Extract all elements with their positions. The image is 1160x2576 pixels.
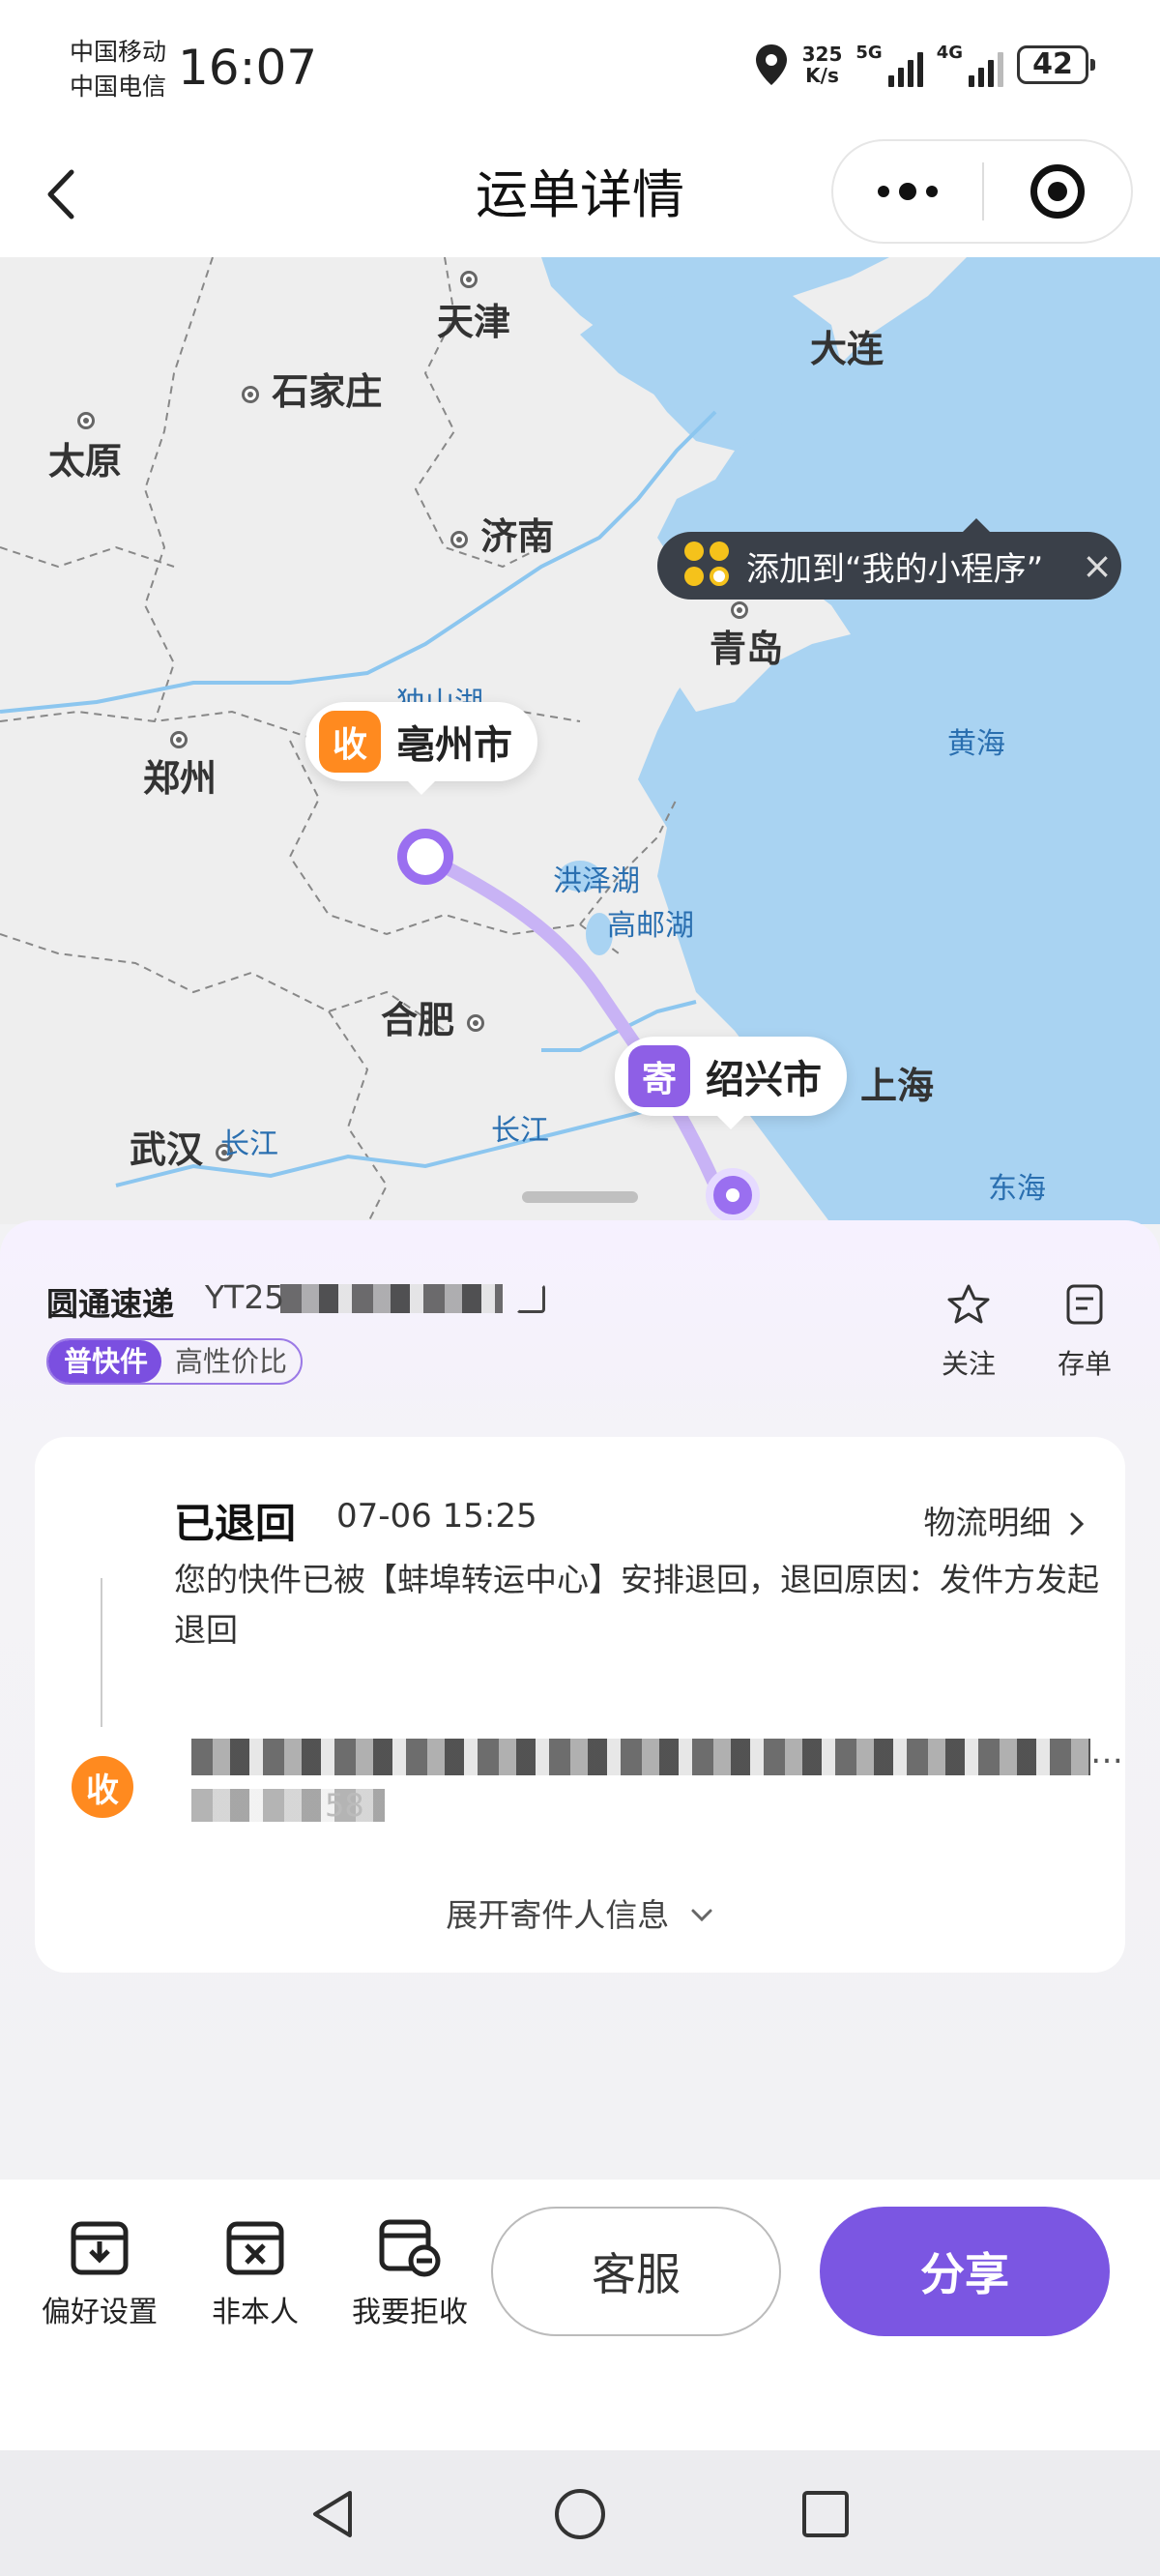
- more-dot-icon: [899, 183, 916, 200]
- copy-icon[interactable]: [516, 1284, 545, 1313]
- carrier-labels: 中国移动 中国电信: [70, 35, 166, 104]
- tracking-time: 07-06 15:25: [336, 1497, 537, 1536]
- target-icon: [1030, 164, 1085, 219]
- tracking-status: 已退回: [174, 1500, 297, 1547]
- shipment-sheet: 圆通速递 YT25 普快件 高性价比 关注 存单 已退回 07-06 15:25…: [0, 1220, 1160, 2180]
- map-label-shijiazhuang: 石家庄: [242, 362, 382, 415]
- map-label-wuhan: 武汉: [130, 1120, 234, 1173]
- tip-text: 添加到“我的小程序”: [746, 549, 1044, 589]
- bottom-action-bar: 偏好设置 非本人 我要拒收 客服 分享: [0, 2180, 1160, 2450]
- share-button[interactable]: 分享: [820, 2207, 1110, 2336]
- miniprogram-capsule: [831, 139, 1133, 244]
- carrier-2: 中国电信: [70, 73, 167, 101]
- add-to-miniprogram-tip[interactable]: 添加到“我的小程序” ×: [657, 518, 1121, 600]
- map-label-tianjin: 天津: [437, 301, 511, 343]
- signal-5g-icon: 5G: [856, 43, 923, 87]
- service-tags: 普快件 高性价比: [46, 1338, 304, 1385]
- status-icons: 325 K/s 5G 4G 42: [754, 43, 1095, 87]
- receiver-phone-fragment: 58: [325, 1787, 364, 1824]
- box-cross-icon: [226, 2221, 284, 2275]
- net-speed: 325 K/s: [801, 43, 843, 87]
- download-box-icon: [71, 2221, 129, 2275]
- battery-icon: 42: [1017, 45, 1095, 84]
- tracking-card: 已退回 07-06 15:25 物流明细 您的快件已被【蚌埠转运中心】安排退回，…: [35, 1437, 1125, 1973]
- chevron-right-icon: [1070, 1512, 1085, 1536]
- reject-parcel-button[interactable]: 我要拒收: [344, 2214, 476, 2330]
- map-label-gaoyou-lake: 高邮湖: [607, 909, 694, 943]
- map-label-hongze-lake: 洪泽湖: [553, 864, 640, 898]
- nav-home-icon[interactable]: [551, 2485, 609, 2543]
- receive-city-pin[interactable]: 收 亳州市: [305, 702, 537, 795]
- more-dot-icon: [878, 186, 889, 197]
- tag-value: 高性价比: [175, 1345, 288, 1378]
- carrier-1: 中国移动: [70, 38, 167, 66]
- waybill-number[interactable]: YT25: [205, 1278, 284, 1316]
- route-map[interactable]: 天津 大连 石家庄 太原 济南 青岛 郑州 合肥 武汉 上海 黄海 东海 长江 …: [0, 257, 1160, 1224]
- preference-settings-button[interactable]: 偏好设置: [35, 2214, 164, 2330]
- customer-service-button[interactable]: 客服: [491, 2207, 781, 2336]
- send-city-name: 绍兴市: [706, 1058, 822, 1102]
- map-label-yangtze-2: 长江: [220, 1127, 278, 1161]
- location-icon: [755, 44, 787, 85]
- map-label-shanghai: 上海: [860, 1065, 935, 1107]
- map-label-yellow-sea: 黄海: [947, 727, 1005, 761]
- not-me-button[interactable]: 非本人: [197, 2214, 313, 2330]
- map-label-qingdao: 青岛: [710, 628, 784, 670]
- close-miniprogram-button[interactable]: [984, 141, 1131, 242]
- miniprogram-icon: [684, 542, 733, 590]
- timeline-line: [101, 1578, 102, 1727]
- chevron-down-icon: [691, 1909, 712, 1922]
- tracking-description: 您的快件已被【蚌埠转运中心】安排退回，退回原因：发件方发起退回: [174, 1561, 1099, 1649]
- tag-standard: 普快件: [48, 1340, 162, 1383]
- redacted-waybill: [280, 1284, 503, 1313]
- map-label-zhengzhou: 郑州: [143, 757, 218, 800]
- box-reject-icon: [379, 2219, 441, 2277]
- map-label-taiyuan: 太原: [48, 440, 123, 483]
- follow-button[interactable]: 关注: [930, 1282, 1007, 1382]
- address-ellipsis: …: [1090, 1733, 1123, 1771]
- system-nav-bar: [0, 2450, 1160, 2576]
- tip-close-icon[interactable]: ×: [1073, 544, 1121, 587]
- more-button[interactable]: [833, 141, 982, 242]
- signal-4g-icon: 4G: [937, 43, 1003, 87]
- courier-name: 圆通速递: [46, 1285, 174, 1323]
- receive-city-name: 亳州市: [396, 723, 512, 768]
- nav-bar: 运单详情: [0, 135, 1160, 257]
- map-dot: [460, 257, 489, 298]
- clock: 16:07: [178, 40, 318, 96]
- star-icon: [947, 1284, 990, 1324]
- status-bar: 中国移动 中国电信 16:07 325 K/s 5G 4G 42: [0, 0, 1160, 135]
- sheet-drag-handle[interactable]: [522, 1191, 638, 1203]
- logistics-detail-link[interactable]: 物流明细: [924, 1497, 1088, 1543]
- receive-tag: 收: [319, 711, 381, 773]
- document-icon: [1066, 1284, 1103, 1325]
- save-order-button[interactable]: 存单: [1046, 1282, 1123, 1382]
- more-dot-icon: [926, 186, 938, 197]
- receiver-badge: 收: [72, 1756, 133, 1818]
- expand-sender-info[interactable]: 展开寄件人信息: [35, 1889, 1125, 1936]
- map-label-hefei: 合肥: [381, 990, 485, 1043]
- map-label-jinan: 济南: [450, 507, 554, 560]
- map-label-yangtze: 长江: [491, 1114, 549, 1148]
- nav-back-icon[interactable]: [305, 2485, 363, 2543]
- receive-point-marker: [397, 829, 453, 885]
- nav-recents-icon[interactable]: [797, 2485, 855, 2543]
- send-city-pin[interactable]: 寄 绍兴市: [615, 1037, 847, 1129]
- redacted-receiver-address: [191, 1739, 1090, 1775]
- map-label-east-sea: 东海: [988, 1172, 1046, 1206]
- map-label-dalian: 大连: [810, 328, 884, 370]
- send-tag: 寄: [628, 1045, 690, 1107]
